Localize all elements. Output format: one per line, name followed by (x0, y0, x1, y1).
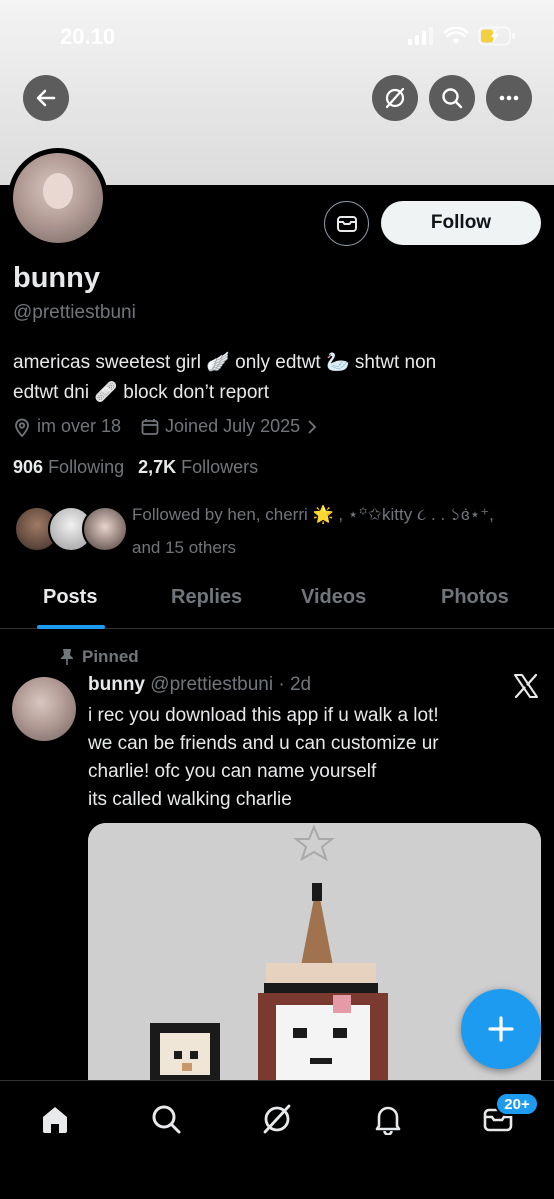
active-tab-indicator (37, 625, 105, 629)
profile-name: bunny (13, 262, 100, 294)
following-link[interactable]: 906 Following (13, 457, 124, 478)
tab-posts[interactable]: Posts (43, 586, 97, 609)
post-text: i rec you download this app if u walk a … (88, 702, 528, 814)
grok-icon (263, 1104, 291, 1134)
grok-button[interactable] (372, 75, 418, 121)
followers-link[interactable]: 2,7K Followers (138, 457, 258, 478)
pin-icon (61, 649, 73, 665)
more-button[interactable] (486, 75, 532, 121)
nav-notifications[interactable] (368, 1099, 408, 1139)
profile-handle: @prettiestbuni (13, 302, 136, 323)
post-header: bunny @prettiestbuni · 2d (88, 674, 311, 696)
post-author-name[interactable]: bunny (88, 674, 145, 695)
x-logo-icon (514, 673, 538, 699)
joined-item[interactable]: Joined July 2025 (141, 416, 318, 437)
follow-button[interactable]: Follow (381, 201, 541, 245)
followers-label: Followers (181, 457, 259, 477)
chevron-right-icon (308, 419, 317, 434)
search-icon (152, 1105, 181, 1134)
grok-icon (385, 87, 405, 109)
status-icons (408, 26, 516, 46)
bio-line: edtwt dni 🩹 block don’t report (13, 382, 270, 403)
following-count: 906 (13, 457, 44, 477)
x-logo[interactable] (512, 672, 540, 705)
bio-line: americas sweetest girl 🪽 only edtwt 🦢 sh… (13, 352, 437, 373)
more-icon (499, 95, 519, 101)
pixel-art-image (88, 823, 541, 1113)
plus-icon (488, 1016, 514, 1042)
nav-search[interactable] (146, 1099, 186, 1139)
status-bar: 20.10 (0, 0, 554, 70)
cellular-signal-icon (408, 27, 433, 45)
wifi-icon (444, 27, 468, 44)
post-text-line: its called walking charlie (88, 789, 292, 810)
pinned-label: Pinned (60, 647, 139, 667)
post-author-handle: @prettiestbuni (150, 674, 274, 695)
post-author-avatar[interactable] (12, 677, 76, 741)
post-text-line: charlie! ofc you can name yourself (88, 761, 377, 782)
messages-badge: 20+ (495, 1092, 539, 1116)
followers-count: 2,7K (138, 457, 177, 477)
battery-charging-icon (478, 26, 515, 46)
location-item: im over 18 (13, 416, 121, 437)
post-text-line: we can be friends and u can customize ur (88, 733, 439, 754)
follow-counts: 906 Following 2,7K Followers (13, 457, 258, 478)
followed-by-avatars[interactable] (14, 506, 128, 552)
profile-tabs: Posts Replies Videos Photos (0, 574, 554, 629)
search-button[interactable] (429, 75, 475, 121)
tab-videos[interactable]: Videos (301, 586, 366, 609)
calendar-icon (141, 418, 159, 435)
profile-bio: americas sweetest girl 🪽 only edtwt 🦢 sh… (13, 348, 533, 408)
avatar (82, 506, 128, 552)
tab-photos[interactable]: Photos (441, 586, 509, 609)
tab-replies[interactable]: Replies (171, 586, 242, 609)
followed-by-line: and 15 others (132, 538, 236, 557)
back-button[interactable] (23, 75, 69, 121)
search-icon (442, 88, 463, 109)
profile-meta: im over 18 Joined July 2025 (13, 416, 338, 437)
post-image[interactable] (88, 823, 541, 1113)
post-text-line: i rec you download this app if u walk a … (88, 705, 439, 726)
location-pin-icon (15, 418, 29, 437)
followed-by-line: Followed by hen, cherri 🌟 , ⋆꙳✩kitty ૮ .… (132, 505, 494, 524)
message-icon (336, 215, 357, 232)
joined-text: Joined July 2025 (165, 416, 301, 436)
profile-avatar[interactable] (8, 148, 108, 248)
home-icon (43, 1107, 67, 1133)
bell-icon (375, 1106, 401, 1135)
pinned-text: Pinned (82, 647, 139, 666)
nav-grok[interactable] (257, 1099, 297, 1139)
location-text: im over 18 (37, 416, 122, 436)
back-arrow-icon (36, 89, 56, 107)
following-label: Following (48, 457, 125, 477)
followed-by-text[interactable]: Followed by hen, cherri 🌟 , ⋆꙳✩kitty ૮ .… (132, 498, 537, 564)
post-time: · 2d (278, 674, 312, 695)
nav-home[interactable] (35, 1099, 75, 1139)
message-button[interactable] (324, 201, 369, 246)
status-time: 20.10 (60, 24, 116, 49)
compose-post-button[interactable] (461, 989, 541, 1069)
bottom-nav (0, 1080, 554, 1199)
